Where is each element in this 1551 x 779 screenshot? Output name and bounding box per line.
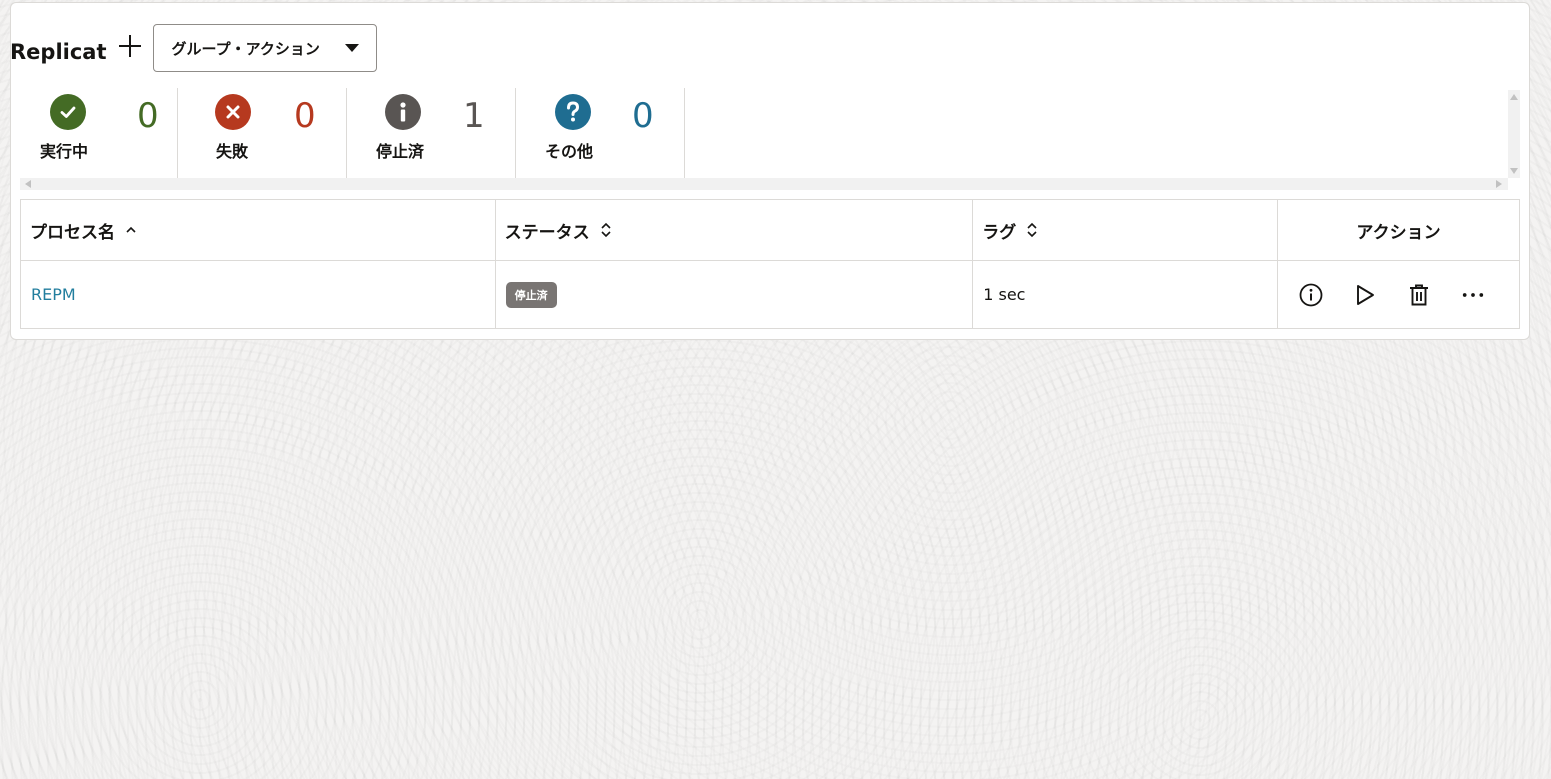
add-replicat-button[interactable] <box>115 31 145 61</box>
summary-count: 0 <box>137 96 159 136</box>
summary-tile-running[interactable]: 0 実行中 <box>10 88 178 178</box>
column-header-status[interactable]: ステータス <box>495 199 974 261</box>
check-icon <box>50 94 86 130</box>
page-title: Replicat <box>10 40 107 64</box>
question-icon <box>555 94 591 130</box>
summary-label: 実行中 <box>40 142 89 161</box>
sort-ascending-icon <box>126 226 136 233</box>
trash-icon <box>1410 284 1428 305</box>
sort-icon <box>1027 222 1037 238</box>
summary-label: 失敗 <box>216 142 249 161</box>
column-header-process-name[interactable]: プロセス名 <box>20 199 496 261</box>
summary-count: 1 <box>463 96 485 136</box>
sort-icon <box>601 222 611 238</box>
summary-label: その他 <box>545 142 594 161</box>
column-label: ラグ <box>982 222 1017 243</box>
group-action-label: グループ・アクション <box>171 39 320 58</box>
cell-lag: 1 sec <box>972 260 1278 329</box>
delete-button[interactable] <box>1407 283 1431 307</box>
cell-status: 停止済 <box>495 260 974 329</box>
info-icon <box>385 94 421 130</box>
summary-label: 停止済 <box>376 142 425 161</box>
process-link[interactable]: REPM <box>31 285 76 304</box>
scroll-left-icon[interactable] <box>25 180 31 188</box>
column-header-lag[interactable]: ラグ <box>972 199 1278 261</box>
cell-process-name: REPM <box>20 260 496 329</box>
status-summary: 0 実行中 0 失敗 1 停止済 0 その他 <box>10 88 1508 178</box>
summary-horizontal-scrollbar[interactable] <box>20 178 1508 190</box>
summary-tile-failed[interactable]: 0 失敗 <box>178 88 347 178</box>
column-label: アクション <box>1356 222 1441 243</box>
scroll-up-icon[interactable] <box>1510 94 1518 100</box>
table-header-row: プロセス名 ステータス ラグ アクション <box>20 199 1520 261</box>
process-table: プロセス名 ステータス ラグ アクション REPM 停止済 1 sec <box>20 199 1520 329</box>
column-label: プロセス名 <box>30 222 115 243</box>
summary-tile-other[interactable]: 0 その他 <box>516 88 685 178</box>
table-row: REPM 停止済 1 sec <box>20 260 1520 329</box>
start-button[interactable] <box>1353 283 1377 307</box>
status-badge: 停止済 <box>505 281 557 308</box>
summary-count: 0 <box>294 96 316 136</box>
scroll-right-icon[interactable] <box>1496 180 1502 188</box>
more-icon <box>1462 292 1484 297</box>
cell-actions <box>1277 260 1520 329</box>
scroll-down-icon[interactable] <box>1510 168 1518 174</box>
group-action-button[interactable]: グループ・アクション <box>152 24 377 72</box>
column-header-actions: アクション <box>1277 199 1520 261</box>
summary-count: 0 <box>632 96 654 136</box>
chevron-down-icon <box>344 44 359 52</box>
x-icon <box>215 94 251 130</box>
info-icon <box>1299 283 1323 306</box>
plus-icon <box>118 35 141 57</box>
lag-value: 1 sec <box>983 285 1026 304</box>
play-icon <box>1357 284 1374 305</box>
panel-header: Replicat グループ・アクション <box>10 24 377 72</box>
summary-vertical-scrollbar[interactable] <box>1508 90 1520 178</box>
summary-tile-stopped[interactable]: 1 停止済 <box>347 88 516 178</box>
more-actions-button[interactable] <box>1461 283 1485 307</box>
column-label: ステータス <box>504 222 590 243</box>
details-button[interactable] <box>1299 283 1323 307</box>
